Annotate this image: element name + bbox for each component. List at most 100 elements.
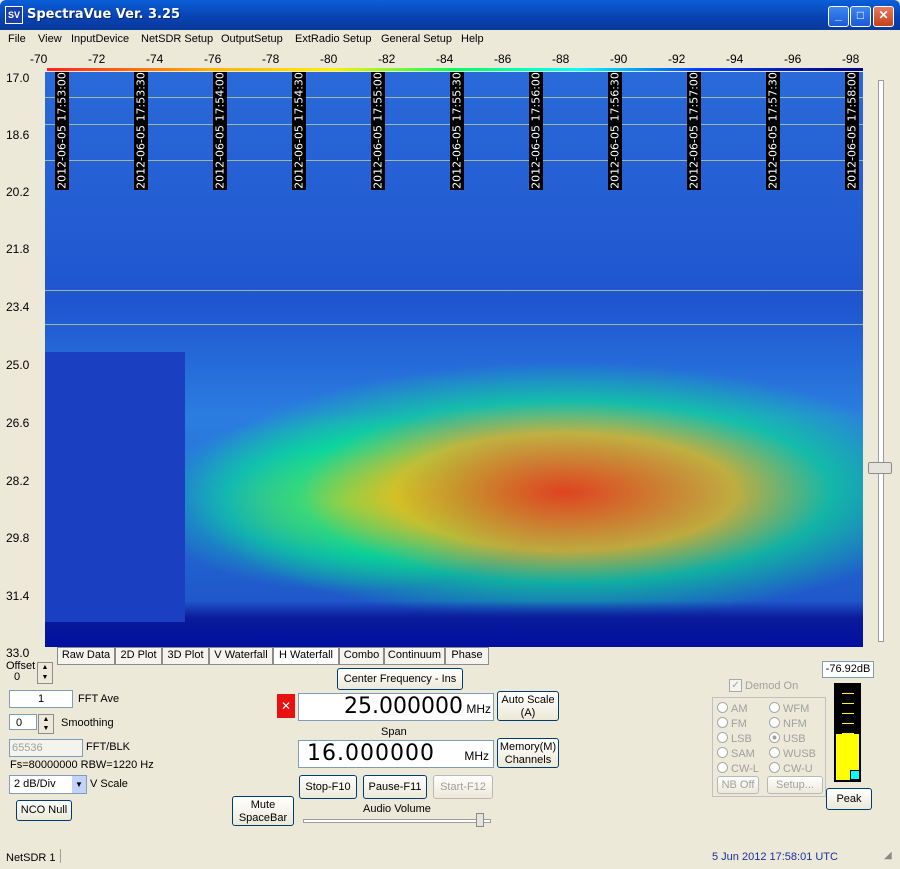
scale-label: -86 bbox=[494, 52, 512, 66]
y-label: 18.6 bbox=[6, 128, 30, 142]
close-icon[interactable]: ✕ bbox=[277, 694, 295, 718]
radio-fm[interactable]: FM bbox=[717, 717, 747, 730]
scale-label: -96 bbox=[784, 52, 802, 66]
meter-tick bbox=[842, 693, 854, 694]
radio-nfm[interactable]: NFM bbox=[769, 717, 807, 730]
tab-combo[interactable]: Combo bbox=[339, 647, 384, 665]
tab-h-waterfall[interactable]: H Waterfall bbox=[273, 647, 339, 665]
y-label: 23.4 bbox=[6, 300, 30, 314]
menu-outputsetup[interactable]: OutputSetup bbox=[221, 33, 283, 45]
nco-null-button[interactable]: NCO Null bbox=[16, 800, 72, 821]
close-button[interactable]: ✕ bbox=[873, 6, 894, 27]
center-frequency-button[interactable]: Center Frequency - Ins bbox=[337, 668, 463, 690]
radio-cw-l[interactable]: CW-L bbox=[717, 762, 759, 775]
status-divider bbox=[60, 849, 61, 863]
scale-label: -98 bbox=[842, 52, 860, 66]
vscale-select[interactable]: 2 dB/Div ▼ bbox=[9, 775, 87, 794]
menu-help[interactable]: Help bbox=[461, 33, 484, 45]
fs-rbw-text: Fs=80000000 RBW=1220 Hz bbox=[10, 759, 154, 771]
timestamp-marker: 2012-06-05 17:56:30 bbox=[608, 72, 622, 190]
start-button[interactable]: Start-F12 bbox=[433, 775, 493, 799]
y-label: 33.0 bbox=[6, 646, 30, 660]
timestamp-marker: 2012-06-05 17:55:30 bbox=[450, 72, 464, 190]
scale-label: -88 bbox=[552, 52, 570, 66]
scale-label: -76 bbox=[204, 52, 222, 66]
demod-on-label: Demod On bbox=[745, 680, 799, 692]
slider-thumb[interactable] bbox=[868, 462, 892, 474]
timestamp-marker: 2012-06-05 17:54:00 bbox=[213, 72, 227, 190]
scale-label: -84 bbox=[436, 52, 454, 66]
radio-wfm[interactable]: WFM bbox=[769, 702, 809, 715]
tab-raw-data[interactable]: Raw Data bbox=[57, 647, 115, 665]
timestamp-marker: 2012-06-05 17:55:00 bbox=[371, 72, 385, 190]
tab-2d-plot[interactable]: 2D Plot bbox=[115, 647, 162, 665]
radio-cw-u[interactable]: CW-U bbox=[769, 762, 813, 775]
menu-view[interactable]: View bbox=[38, 33, 62, 45]
center-frequency-input[interactable]: 25.000000 MHz bbox=[298, 693, 494, 721]
menu-inputdevice[interactable]: InputDevice bbox=[71, 33, 129, 45]
span-input[interactable]: 16.000000 MHz bbox=[298, 740, 494, 768]
fft-blk-select[interactable]: 65536 bbox=[9, 739, 83, 757]
smoothing-spinner[interactable]: ▲ ▼ bbox=[38, 714, 54, 734]
signal-meter bbox=[834, 683, 861, 782]
radio-am[interactable]: AM bbox=[717, 702, 748, 715]
radio-lsb[interactable]: LSB bbox=[717, 732, 752, 745]
low-signal-region bbox=[45, 352, 185, 622]
vscale-label: V Scale bbox=[90, 778, 128, 790]
demod-checkbox[interactable]: ✓ bbox=[729, 679, 742, 692]
demod-setup-button[interactable]: Setup... bbox=[767, 776, 823, 794]
chevron-down-icon[interactable]: ▼ bbox=[72, 776, 86, 793]
tab-continuum[interactable]: Continuum bbox=[384, 647, 445, 665]
nb-off-button[interactable]: NB Off bbox=[717, 776, 759, 794]
audio-volume-slider[interactable] bbox=[303, 819, 491, 823]
radio-usb[interactable]: USB bbox=[769, 732, 806, 745]
color-scale-bar bbox=[47, 68, 863, 71]
volume-slider-thumb[interactable] bbox=[476, 813, 484, 827]
tab-v-waterfall[interactable]: V Waterfall bbox=[209, 647, 273, 665]
status-device: NetSDR 1 bbox=[6, 852, 56, 864]
menu-general-setup[interactable]: General Setup bbox=[381, 33, 452, 45]
offset-spinner[interactable]: ▲ ▼ bbox=[37, 662, 53, 684]
y-label: 26.6 bbox=[6, 416, 30, 430]
signal-line bbox=[45, 324, 863, 325]
center-frequency-unit: MHz bbox=[466, 702, 491, 716]
menu-netsdr-setup[interactable]: NetSDR Setup bbox=[141, 33, 213, 45]
memory-channels-button[interactable]: Memory(M) Channels bbox=[497, 738, 559, 768]
timestamp-marker: 2012-06-05 17:54:30 bbox=[292, 72, 306, 190]
maximize-button[interactable]: □ bbox=[850, 6, 871, 27]
auto-scale-button[interactable]: Auto Scale (A) bbox=[497, 691, 559, 721]
meter-tick bbox=[842, 733, 854, 734]
scale-label: -74 bbox=[146, 52, 164, 66]
timestamp-marker: 2012-06-05 17:56:00 bbox=[529, 72, 543, 190]
peak-indicator bbox=[850, 770, 860, 780]
minimize-button[interactable]: _ bbox=[828, 6, 849, 27]
span-unit: MHz bbox=[464, 749, 489, 763]
mute-button[interactable]: Mute SpaceBar bbox=[232, 796, 294, 826]
window-title: SpectraVue Ver. 3.25 bbox=[27, 7, 181, 22]
menu-extradio-setup[interactable]: ExtRadio Setup bbox=[295, 33, 371, 45]
app-icon: SV bbox=[5, 6, 23, 24]
y-label: 21.8 bbox=[6, 242, 30, 256]
title-bar[interactable]: SV SpectraVue Ver. 3.25 _ □ ✕ bbox=[0, 0, 900, 30]
pause-button[interactable]: Pause-F11 bbox=[363, 775, 427, 799]
smoothing-input[interactable]: 0 bbox=[9, 714, 37, 730]
scale-label: -78 bbox=[262, 52, 280, 66]
meter-tick bbox=[842, 713, 854, 714]
timestamp-marker: 2012-06-05 17:57:00 bbox=[687, 72, 701, 190]
radio-sam[interactable]: SAM bbox=[717, 747, 755, 760]
fft-ave-input[interactable]: 1 bbox=[9, 690, 73, 708]
timestamp-marker: 2012-06-05 17:58:00 bbox=[845, 72, 859, 190]
scale-label: -70 bbox=[30, 52, 48, 66]
menu-file[interactable]: File bbox=[8, 33, 26, 45]
display-slider[interactable] bbox=[868, 72, 892, 647]
resize-grip-icon[interactable]: ◢ bbox=[884, 850, 892, 861]
peak-button[interactable]: Peak bbox=[826, 788, 872, 810]
tab-3d-plot[interactable]: 3D Plot bbox=[162, 647, 209, 665]
fft-blk-label: FFT/BLK bbox=[86, 741, 131, 753]
tab-phase[interactable]: Phase bbox=[445, 647, 489, 665]
radio-wusb[interactable]: WUSB bbox=[769, 747, 816, 760]
status-bar: NetSDR 1 5 Jun 2012 17:58:01 UTC ◢ bbox=[0, 846, 900, 869]
stop-button[interactable]: Stop-F10 bbox=[299, 775, 357, 799]
meter-tick bbox=[842, 723, 854, 724]
waterfall-display[interactable]: 2012-06-05 17:53:00 2012-06-05 17:53:30 … bbox=[45, 72, 863, 647]
